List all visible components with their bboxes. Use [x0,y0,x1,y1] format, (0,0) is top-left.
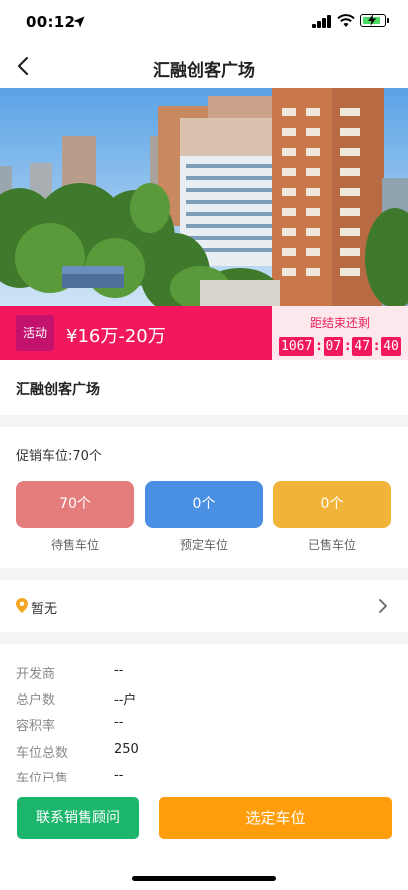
info-value-developer: -- [114,663,124,678]
location-arrow-icon [73,16,85,28]
price-range: ¥16万-20万 [66,326,166,347]
activity-badge: 活动 [16,315,54,351]
countdown-hours: 07 [323,336,344,356]
info-label-developer: 开发商 [16,667,56,682]
info-label-total-spaces: 车位总数 [16,746,69,761]
address-row[interactable]: 暂无 [0,580,408,632]
wifi-icon [337,14,355,27]
nav-bar: 汇融创客广场 [0,44,408,88]
contact-sales-button[interactable]: 联系销售顾问 [17,797,139,839]
chevron-right-icon [379,599,387,613]
page-title: 汇融创客广场 [153,61,255,81]
countdown-timer: 1067 : 07 : 47 : 40 [279,336,401,356]
location-pin-icon [16,598,28,613]
project-name: 汇融创客广场 [16,382,100,398]
stat-available-button[interactable]: 70个 [16,481,134,528]
countdown-minutes: 47 [352,336,373,356]
building-illustration [0,88,408,306]
address-text: 暂无 [31,602,58,617]
info-label-households: 总户数 [16,693,56,708]
stat-reserved-button[interactable]: 0个 [145,481,263,528]
battery-cap [387,18,389,23]
select-space-button[interactable]: 选定车位 [159,797,392,839]
info-value-plot-ratio: -- [114,715,124,730]
countdown-days: 1067 [279,336,315,356]
stat-reserved-label: 预定车位 [179,538,228,552]
promo-parking-count: 促销车位:70个 [16,449,102,464]
countdown-label: 距结束还剩 [309,316,370,330]
section-divider [0,568,408,580]
stat-available-label: 待售车位 [50,538,99,552]
home-indicator [132,876,276,881]
stat-sold-label: 已售车位 [307,538,356,552]
status-bar: 00:12 [0,0,408,44]
info-value-total-spaces: 250 [114,742,139,757]
countdown-seconds: 40 [381,336,401,356]
project-photo [0,88,408,306]
battery-icon [360,14,386,27]
countdown-panel: 距结束还剩 1067 : 07 : 47 : 40 [272,306,408,360]
section-divider [0,632,408,644]
section-divider [0,415,408,427]
stat-sold-button[interactable]: 0个 [273,481,391,528]
info-value-spaces-sold: -- [114,768,124,783]
info-label-plot-ratio: 容积率 [16,719,56,734]
info-value-households: --户 [114,693,137,708]
status-time: 00:12 [26,13,76,31]
cellular-signal-icon [312,15,332,28]
